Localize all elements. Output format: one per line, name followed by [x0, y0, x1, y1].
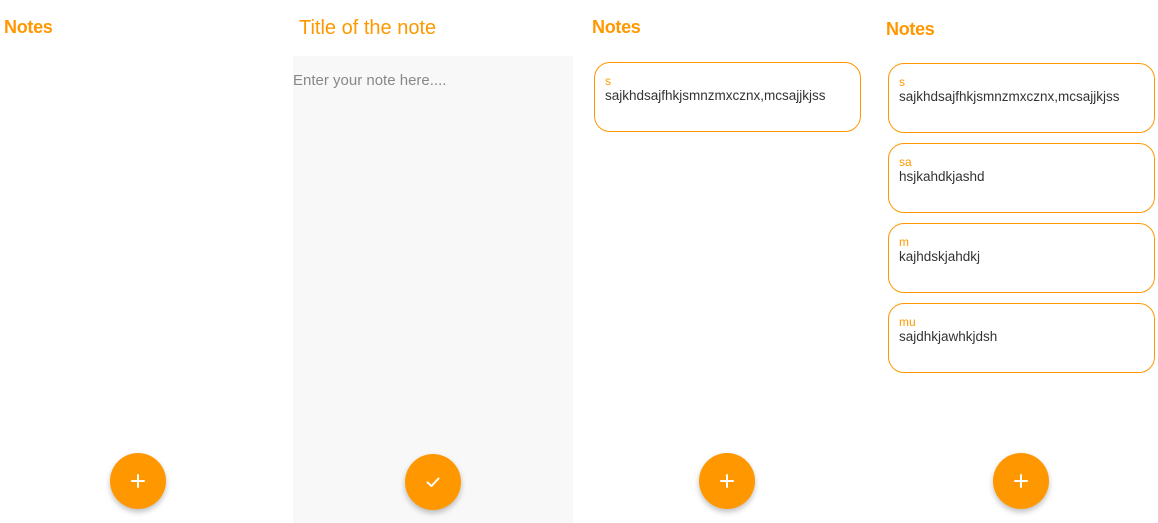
note-card-title: sa — [899, 155, 912, 169]
note-card[interactable]: mu sajdhkjawhkjdsh — [888, 303, 1155, 373]
check-icon — [426, 477, 440, 487]
note-card-title: mu — [899, 315, 916, 329]
note-card[interactable]: s sajkhdsajfhkjsmnzmxcznx,mcsajjkjss — [594, 62, 861, 132]
note-card-text: sajdhkjawhkjdsh — [899, 329, 998, 344]
plus-icon — [1014, 474, 1028, 488]
note-card-title: s — [899, 75, 905, 89]
notes-list-screen-empty: Notes — [0, 0, 293, 523]
add-note-button[interactable] — [110, 453, 166, 509]
save-note-button[interactable] — [405, 454, 461, 510]
notes-list-screen-full: Notes s sajkhdsajfhkjsmnzmxcznx,mcsajjkj… — [882, 0, 1158, 523]
note-card[interactable]: s sajkhdsajfhkjsmnzmxcznx,mcsajjkjss — [888, 63, 1155, 133]
page-title: Notes — [886, 19, 935, 39]
note-card[interactable]: m kajhdskjahdkj — [888, 223, 1155, 293]
note-title-input[interactable]: Title of the note — [299, 17, 436, 40]
note-card-text: kajhdskjahdkj — [899, 249, 981, 264]
note-card-text: sajkhdsajfhkjsmnzmxcznx,mcsajjkjss — [899, 89, 1120, 104]
page-title: Notes — [592, 17, 641, 37]
plus-icon — [720, 474, 734, 488]
note-editor-screen: Title of the note Enter your note here..… — [293, 0, 573, 523]
add-note-button[interactable] — [993, 453, 1049, 509]
add-note-button[interactable] — [699, 453, 755, 509]
note-body-input[interactable]: Enter your note here.... — [293, 72, 446, 89]
plus-icon — [131, 474, 145, 488]
note-card-text: sajkhdsajfhkjsmnzmxcznx,mcsajjkjss — [605, 88, 826, 103]
notes-list-screen-one: Notes s sajkhdsajfhkjsmnzmxcznx,mcsajjkj… — [588, 0, 873, 523]
note-card-text: hsjkahdkjashd — [899, 169, 985, 184]
page-title: Notes — [4, 17, 53, 37]
note-card-title: m — [899, 235, 909, 249]
note-card-title: s — [605, 74, 611, 88]
note-body-area[interactable]: Enter your note here.... — [293, 56, 573, 523]
note-card[interactable]: sa hsjkahdkjashd — [888, 143, 1155, 213]
